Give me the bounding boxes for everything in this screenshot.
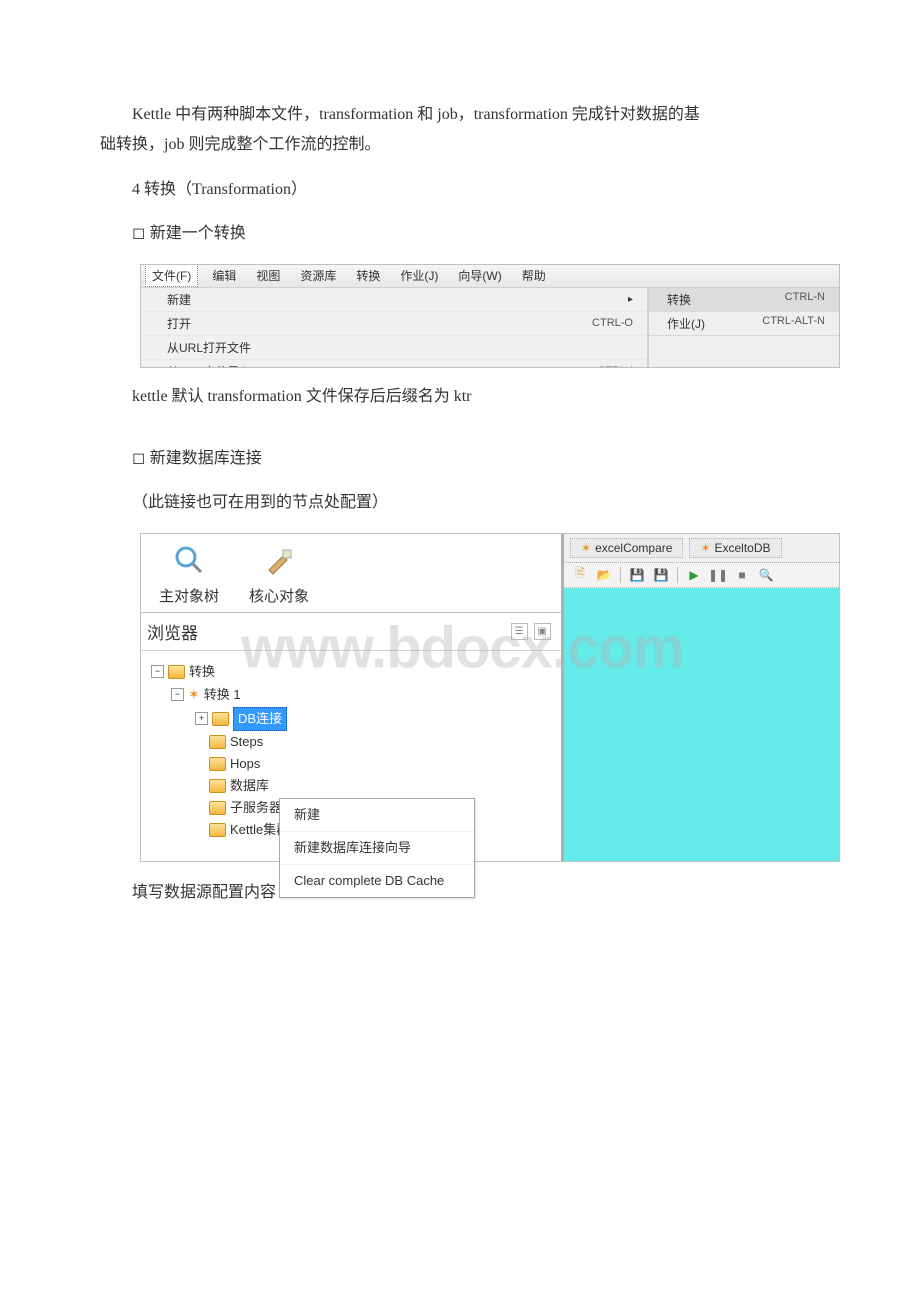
canvas-toolbar: 🗎 📂 💾 💾 ▶ ❚❚ ■ 🔍 bbox=[564, 563, 839, 588]
context-new[interactable]: 新建 bbox=[280, 799, 474, 832]
folder-icon bbox=[168, 665, 185, 679]
folder-icon bbox=[209, 823, 226, 837]
menubar-item-trans[interactable]: 转换 bbox=[350, 265, 386, 286]
save-as-icon[interactable]: 💾 bbox=[653, 567, 669, 583]
paragraph-link-note: （此链接也可在用到的节点处配置） bbox=[100, 488, 840, 518]
menubar-item-repo[interactable]: 资源库 bbox=[294, 265, 342, 286]
context-clear-cache[interactable]: Clear complete DB Cache bbox=[280, 865, 474, 897]
paragraph-intro: Kettle 中有两种脚本文件，transformation 和 job，tra… bbox=[100, 100, 840, 161]
list-icon[interactable]: ☰ bbox=[511, 623, 528, 640]
toggle-plus-icon[interactable]: + bbox=[195, 712, 208, 725]
menubar-item-wizard[interactable]: 向导(W) bbox=[452, 265, 507, 286]
toggle-minus-icon[interactable]: − bbox=[171, 688, 184, 701]
folder-icon bbox=[209, 779, 226, 793]
context-new-wizard[interactable]: 新建数据库连接向导 bbox=[280, 832, 474, 865]
tree-databases[interactable]: 数据库 bbox=[230, 775, 269, 797]
new-submenu: 转换 CTRL-N 作业(J) CTRL-ALT-N bbox=[648, 288, 839, 368]
db-context-menu: 新建 新建数据库连接向导 Clear complete DB Cache bbox=[279, 798, 475, 898]
file-dropdown: 新建 ▸ 打开 CTRL-O 从URL打开文件 从XML文件导入 CTRL-I … bbox=[141, 288, 648, 368]
menubar-item-edit[interactable]: 编辑 bbox=[206, 265, 242, 286]
dropdown-open[interactable]: 打开 CTRL-O bbox=[141, 311, 647, 335]
separator bbox=[677, 567, 678, 583]
separator bbox=[620, 567, 621, 583]
transformation-icon bbox=[581, 541, 591, 555]
folder-icon bbox=[209, 735, 226, 749]
browser-row: 浏览器 ☰ ▣ bbox=[141, 613, 561, 651]
tab-core-objects[interactable]: 核心对象 bbox=[249, 544, 309, 606]
tree-root[interactable]: 转换 bbox=[189, 661, 215, 683]
paragraph-ktr: kettle 默认 transformation 文件保存后后缀名为 ktr bbox=[100, 382, 840, 412]
menubar-item-help[interactable]: 帮助 bbox=[516, 265, 552, 286]
paragraph-new-db: ◻ 新建数据库连接 bbox=[100, 444, 840, 474]
preview-icon[interactable]: 🔍 bbox=[758, 567, 774, 583]
new-file-icon[interactable]: 🗎 bbox=[572, 567, 588, 583]
play-icon[interactable]: ▶ bbox=[686, 567, 702, 583]
menubar-item-file[interactable]: 文件(F) bbox=[145, 264, 198, 287]
tree-steps[interactable]: Steps bbox=[230, 731, 263, 753]
paragraph-new-trans: ◻ 新建一个转换 bbox=[100, 219, 840, 249]
submenu-transformation[interactable]: 转换 CTRL-N bbox=[649, 288, 839, 312]
transformation-icon bbox=[700, 541, 710, 555]
expand-icon[interactable]: ▣ bbox=[534, 623, 551, 640]
open-folder-icon[interactable]: 📂 bbox=[596, 567, 612, 583]
submenu-arrow-icon: ▸ bbox=[628, 294, 633, 305]
brush-icon bbox=[263, 544, 295, 581]
folder-icon bbox=[212, 712, 229, 726]
screenshot-tree-context: www.bdocx.com 主对象树 核心对象 bbox=[140, 533, 840, 862]
folder-icon bbox=[209, 801, 226, 815]
tree-trans1[interactable]: 转换 1 bbox=[204, 684, 241, 706]
dropdown-new[interactable]: 新建 ▸ bbox=[141, 288, 647, 311]
dropdown-open-url[interactable]: 从URL打开文件 bbox=[141, 335, 647, 359]
tree-db-connection[interactable]: DB连接 bbox=[233, 707, 287, 731]
transformation-icon bbox=[188, 683, 200, 707]
tab-exceltodb[interactable]: ExceltoDB bbox=[689, 538, 781, 558]
tree-subserver[interactable]: 子服务器 bbox=[230, 797, 282, 819]
pause-icon[interactable]: ❚❚ bbox=[710, 567, 726, 583]
tab-main-tree[interactable]: 主对象树 bbox=[159, 544, 219, 606]
heading-4: 4 转换（Transformation） bbox=[100, 175, 840, 205]
screenshot-file-menu: 文件(F) 编辑 视图 资源库 转换 作业(J) 向导(W) 帮助 新建 ▸ 打… bbox=[140, 264, 840, 368]
right-tabs: excelCompare ExceltoDB bbox=[564, 534, 839, 563]
dropdown-import-xml[interactable]: 从XML文件导入 CTRL-I bbox=[141, 359, 647, 368]
tree-panel: − 转换 − 转换 1 + DB连接 bbox=[141, 651, 561, 861]
save-icon[interactable]: 💾 bbox=[629, 567, 645, 583]
menubar-item-job[interactable]: 作业(J) bbox=[394, 265, 444, 286]
tab-excelcompare[interactable]: excelCompare bbox=[570, 538, 683, 558]
menubar: 文件(F) 编辑 视图 资源库 转换 作业(J) 向导(W) 帮助 bbox=[141, 265, 839, 288]
toggle-minus-icon[interactable]: − bbox=[151, 665, 164, 678]
submenu-job[interactable]: 作业(J) CTRL-ALT-N bbox=[649, 312, 839, 336]
magnifier-icon bbox=[173, 544, 205, 581]
menubar-item-view[interactable]: 视图 bbox=[250, 265, 286, 286]
tree-hops[interactable]: Hops bbox=[230, 753, 260, 775]
folder-icon bbox=[209, 757, 226, 771]
stop-icon[interactable]: ■ bbox=[734, 567, 750, 583]
